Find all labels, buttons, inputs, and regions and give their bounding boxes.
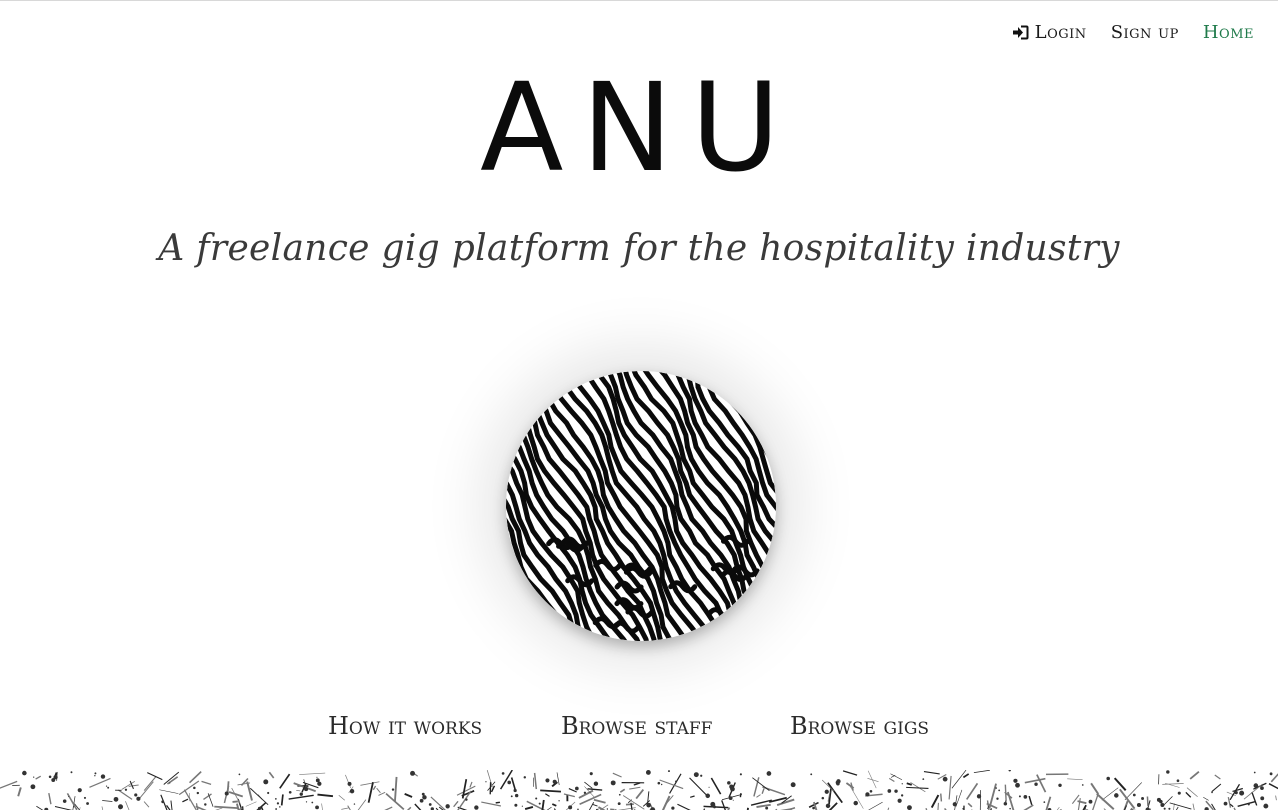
how-it-works-link[interactable]: How it works	[328, 712, 482, 740]
hero-pattern-image	[506, 371, 776, 641]
browse-staff-link[interactable]: Browse staff	[561, 712, 712, 740]
login-link[interactable]: Login	[1012, 22, 1087, 43]
login-label: Login	[1034, 22, 1087, 43]
top-border	[0, 0, 1278, 1]
brand-title: ANU	[0, 58, 1278, 198]
browse-gigs-link[interactable]: Browse gigs	[790, 712, 929, 740]
top-navigation: Login Sign up Home	[1012, 22, 1254, 43]
footer-decorative-strip	[0, 770, 1278, 810]
home-link[interactable]: Home	[1203, 22, 1254, 43]
signup-link[interactable]: Sign up	[1111, 22, 1179, 43]
signup-label: Sign up	[1110, 22, 1179, 43]
brand-name: ANU	[479, 57, 798, 199]
sign-in-icon	[1012, 25, 1029, 40]
home-label: Home	[1202, 22, 1254, 43]
tagline: A freelance gig platform for the hospita…	[158, 228, 1120, 269]
